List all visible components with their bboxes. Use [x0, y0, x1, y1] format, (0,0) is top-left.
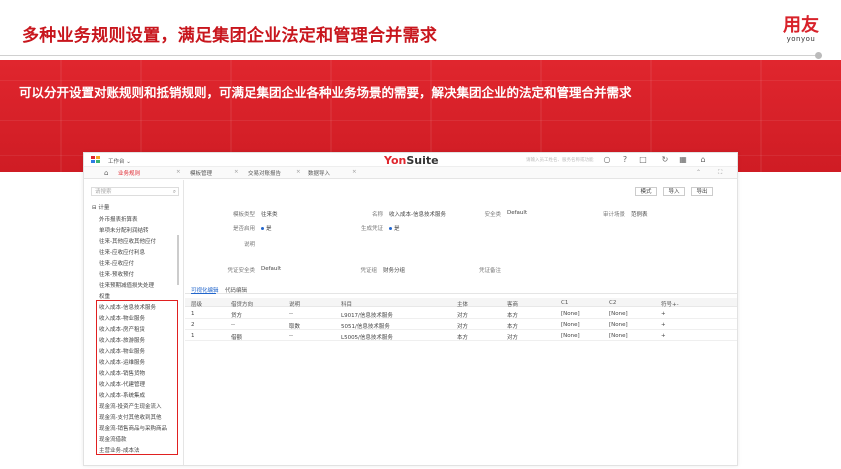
calendar-icon[interactable]: ▦	[678, 155, 688, 165]
app-logo-icon	[91, 156, 100, 164]
column-header: 借贷方向	[231, 302, 254, 308]
export-button[interactable]: 导出	[691, 187, 713, 196]
title-divider	[0, 55, 822, 56]
table-row[interactable]: 1 贷方 -- L9017/信息技术服务 对方 本方 [None] [None]…	[185, 308, 737, 319]
table-row[interactable]: 2 -- 取数 5051/信息技术服务 对方 本方 [None] [None] …	[185, 319, 737, 330]
sidebar-item[interactable]: 权重	[99, 292, 110, 300]
workbench-menu[interactable]: 工作台 ⌄	[108, 157, 131, 165]
column-header: 客商	[507, 302, 519, 308]
logo-subtext: yonyou	[786, 35, 816, 43]
column-header: 主体	[457, 302, 469, 308]
close-icon[interactable]: ×	[296, 169, 301, 175]
column-header: 科目	[341, 302, 353, 308]
message-icon[interactable]: □	[638, 155, 648, 165]
close-icon[interactable]: ×	[352, 169, 357, 175]
column-header: 符号+-	[661, 302, 679, 308]
sidebar-search-input[interactable]: 请搜索 ⌕	[91, 187, 179, 196]
sidebar-item[interactable]: 往来-应收应付	[99, 259, 134, 267]
main-panel: 模式 导入 导出 模板类型 往来类 名称 收入成本-信息技术服务 安全类 Def…	[185, 180, 737, 465]
column-header: C1	[561, 300, 569, 306]
column-header: 说明	[289, 302, 301, 308]
sidebar-item[interactable]: 单项未分配利润结转	[99, 226, 149, 234]
table-row[interactable]: 1 借额 -- L5005/信息技术服务 本方 对方 [None] [None]…	[185, 330, 737, 341]
home-icon[interactable]: ⌂	[104, 169, 108, 177]
help-icon[interactable]: ?	[620, 155, 630, 165]
refresh-icon[interactable]: ↻	[660, 155, 670, 165]
voucher-note-label: 凭证备注	[478, 268, 501, 274]
voucher-type-value[interactable]: 财务分组	[383, 266, 405, 274]
sidebar-item[interactable]: 往来-应收应付利息	[99, 248, 145, 256]
voucher-security-label: 凭证安全类	[227, 268, 255, 274]
sidebar: 请搜索 ⌕ ⊟ 计量 外币报表折算表 单项未分配利润结转 往来-其他应收其他应付 …	[84, 180, 184, 465]
table-header: 层级 借贷方向 说明 科目 主体 客商 C1 C2 符号+-	[185, 298, 737, 308]
description-label: 说明	[243, 242, 255, 248]
generate-voucher-value[interactable]: 是	[389, 224, 400, 232]
collapse-icon[interactable]: ⌃	[696, 169, 701, 176]
close-icon[interactable]: ×	[234, 169, 239, 175]
sidebar-item[interactable]: 往来预期减值损失处理	[99, 281, 154, 289]
name-label: 名称	[371, 212, 383, 218]
banner-text: 可以分开设置对账规则和抵销规则，可满足集团企业各种业务场景的需要，解决集团企业的…	[19, 85, 632, 100]
name-value[interactable]: 收入成本-信息技术服务	[389, 210, 446, 218]
column-header: C2	[609, 300, 617, 306]
model-type-label: 模板类型	[232, 212, 255, 218]
search-icon[interactable]: ○	[602, 155, 612, 165]
tab-business-rules[interactable]: 业务规则	[118, 169, 140, 177]
user-icon[interactable]: ⌂	[698, 155, 708, 165]
import-button[interactable]: 导入	[663, 187, 685, 196]
sidebar-scrollbar[interactable]	[177, 235, 179, 285]
search-icon[interactable]: ⌕	[173, 188, 176, 196]
logo-text: 用友	[783, 15, 819, 36]
security-label: 安全类	[484, 212, 501, 218]
sidebar-item[interactable]: 外币报表折算表	[99, 215, 138, 223]
enabled-label: 是否启用	[232, 226, 255, 232]
sidebar-item[interactable]: 往来-预收预付	[99, 270, 134, 278]
audit-label: 审计场景	[602, 212, 625, 218]
column-header: 层级	[191, 302, 203, 308]
app-window: 工作台 ⌄ YonSuite 请输入员工姓名、服务名称或功能 ○ ? □ ↻ ▦…	[83, 152, 738, 466]
tab-bar: ⌂ 业务规则 × 模板管理 × 交易对账报告 × 数据导入 × ⌃ ⛶	[84, 167, 737, 179]
generate-voucher-label: 生成凭证	[360, 226, 383, 232]
fullscreen-icon[interactable]: ⛶	[718, 169, 722, 177]
yonyou-logo: 用友 yonyou	[783, 17, 819, 43]
close-icon[interactable]: ×	[176, 169, 181, 175]
active-tab-underline	[191, 293, 216, 294]
slide-title: 多种业务规则设置，满足集团企业法定和管理合并需求	[22, 26, 438, 46]
tab-code-edit[interactable]: 代码编辑	[225, 286, 247, 294]
sub-tabs: 可视化编辑 代码编辑	[185, 284, 737, 294]
tab-template-manage[interactable]: 模板管理	[190, 169, 212, 177]
audit-value[interactable]: 范例表	[631, 210, 648, 218]
yonsuite-brand: YonSuite	[384, 154, 439, 167]
mode-button[interactable]: 模式	[635, 187, 657, 196]
voucher-security-value[interactable]: Default	[261, 266, 281, 272]
top-bar: 工作台 ⌄ YonSuite 请输入员工姓名、服务名称或功能 ○ ? □ ↻ ▦…	[84, 153, 737, 167]
voucher-type-label: 凭证组	[360, 268, 377, 274]
model-type-value[interactable]: 往来类	[261, 210, 278, 218]
tab-recon-report[interactable]: 交易对账报告	[248, 169, 281, 177]
tree-root[interactable]: ⊟ 计量	[92, 203, 109, 211]
global-search[interactable]: 请输入员工姓名、服务名称或功能	[526, 157, 594, 163]
divider-dot	[815, 52, 822, 59]
enabled-value[interactable]: 是	[261, 224, 272, 232]
highlight-box	[96, 300, 178, 455]
security-value[interactable]: Default	[507, 210, 527, 216]
tab-data-import[interactable]: 数据导入	[308, 169, 330, 177]
sidebar-item[interactable]: 往来-其他应收其他应付	[99, 237, 156, 245]
